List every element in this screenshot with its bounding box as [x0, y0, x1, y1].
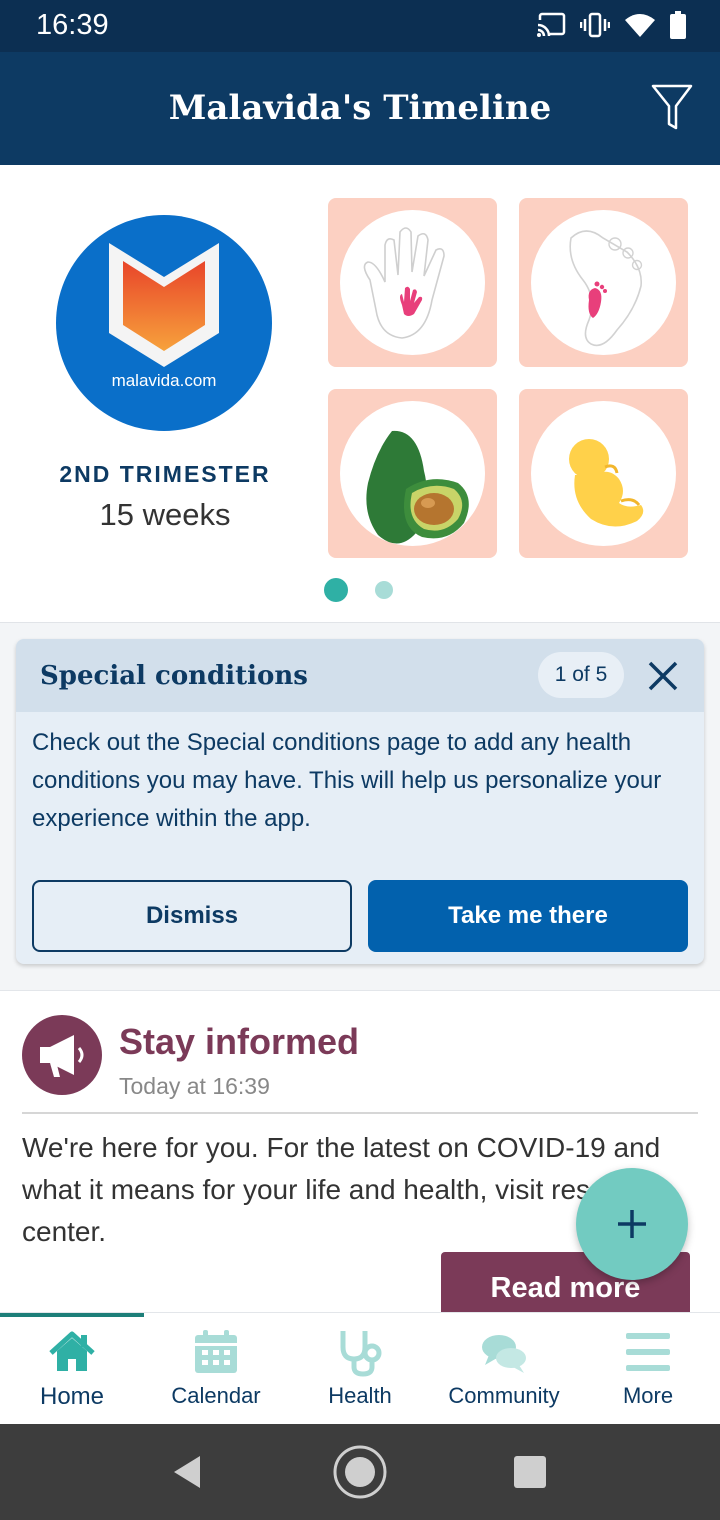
card-title: Special conditions: [40, 661, 308, 691]
home-icon: [49, 1331, 95, 1371]
wifi-icon: [625, 14, 655, 37]
pager-dot[interactable]: [375, 581, 393, 599]
nav-label-health: Health: [328, 1383, 392, 1408]
dismiss-button[interactable]: Dismiss: [32, 880, 352, 952]
status-icons: [536, 11, 686, 39]
menu-icon: [626, 1333, 670, 1371]
post-title: Stay informed: [119, 1021, 360, 1062]
back-icon[interactable]: [168, 1452, 208, 1492]
calendar-icon: [195, 1330, 237, 1373]
post-avatar: [22, 1015, 102, 1095]
nav-more[interactable]: More: [576, 1313, 720, 1425]
malavida-logo-icon: [109, 243, 219, 367]
profile-avatar[interactable]: malavida.com: [56, 215, 272, 431]
battery-icon: [670, 11, 686, 39]
tile-foot[interactable]: [519, 198, 688, 367]
filter-button[interactable]: [650, 82, 694, 134]
fetus-icon: [569, 439, 644, 527]
plus-icon: [618, 1210, 646, 1238]
stethoscope-icon: [340, 1331, 382, 1377]
weeks-label: 15 weeks: [99, 497, 231, 532]
close-button[interactable]: [644, 657, 682, 695]
close-icon: [648, 661, 678, 691]
card-body-text: Check out the Special conditions page to…: [32, 729, 662, 832]
nav-label-calendar: Calendar: [171, 1383, 261, 1408]
take-me-there-button[interactable]: Take me there: [368, 880, 688, 952]
status-bar: 16:39: [0, 0, 720, 52]
nav-label-community: Community: [448, 1383, 560, 1408]
tile-avocado[interactable]: [328, 389, 497, 558]
app-bar: Malavida's Timeline: [0, 52, 720, 165]
page-title: Malavida's Timeline: [168, 88, 552, 128]
trimester-label: 2ND TRIMESTER: [59, 461, 271, 487]
nav-label-more: More: [622, 1383, 674, 1408]
tile-fetus[interactable]: [519, 389, 688, 558]
system-nav-bar: [0, 1424, 720, 1520]
nav-community[interactable]: Community: [432, 1313, 576, 1425]
nav-home[interactable]: Home: [0, 1313, 144, 1425]
post-timestamp: Today at 16:39: [119, 1073, 270, 1099]
filter-icon: [651, 84, 693, 130]
chat-bubbles-icon: [482, 1335, 526, 1373]
cast-icon: [536, 12, 566, 38]
baby-foot-icon: [569, 230, 643, 347]
card-counter: 1 of 5: [538, 652, 624, 698]
logo-text: malavida.com: [111, 371, 217, 390]
tile-hand[interactable]: [328, 198, 497, 367]
avocado-icon: [366, 430, 469, 544]
pager-dot-active[interactable]: [324, 578, 348, 602]
baby-hand-icon: [363, 227, 445, 339]
vibrate-icon: [580, 12, 610, 38]
status-time: 16:39: [36, 9, 109, 41]
nav-calendar[interactable]: Calendar: [144, 1313, 288, 1425]
add-fab[interactable]: [576, 1168, 688, 1280]
card-header: Special conditions 1 of 5: [16, 639, 704, 712]
nav-health[interactable]: Health: [288, 1313, 432, 1425]
bottom-nav: Home Calendar Health Community More: [0, 1312, 720, 1424]
megaphone-icon: [40, 1035, 84, 1077]
divider: [22, 1112, 698, 1114]
pregnancy-summary: malavida.com 2ND TRIMESTER 15 weeks: [0, 165, 720, 623]
nav-label-home: Home: [39, 1383, 105, 1410]
special-conditions-card: Special conditions 1 of 5 Check out the …: [16, 639, 704, 964]
recents-icon[interactable]: [512, 1454, 548, 1490]
home-circle-icon[interactable]: [331, 1443, 389, 1501]
